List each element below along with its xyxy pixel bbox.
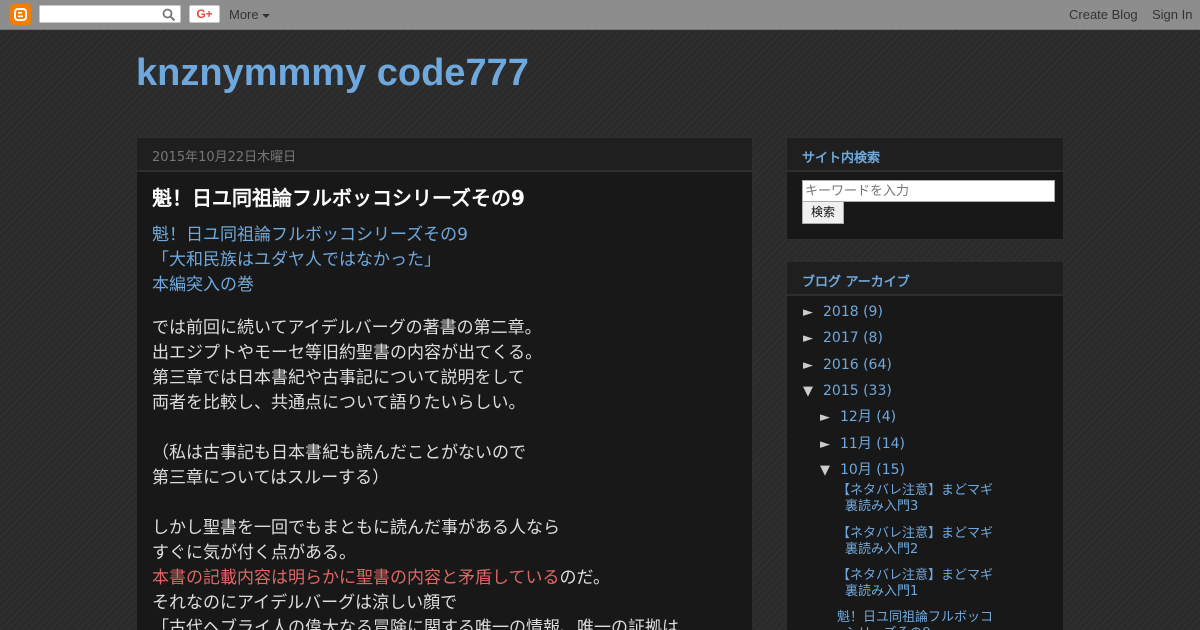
blog-archive-widget: ブログ アーカイブ ► 2018 (9) ► 2017 (8) ► 2016 (64)… <box>786 261 1064 630</box>
archive-year-label[interactable]: 2016 <box>823 357 859 373</box>
archive-post-link[interactable]: 【ネタバレ注意】まどマギ裏読み入門2 <box>837 526 1005 558</box>
navbar-search-input[interactable] <box>39 5 181 23</box>
archive-month-11[interactable]: ► 11月 (14) <box>820 433 905 453</box>
archive-post-link[interactable]: 【ネタバレ注意】まどマギ裏読み入門1 <box>837 568 1005 600</box>
archive-year-2018[interactable]: ► 2018 (9) <box>803 304 883 320</box>
body-text-line: 第三章についてはスルーする） <box>152 468 390 488</box>
highlighted-text: 本書の記載内容は明らかに聖書の内容と矛盾している <box>152 568 560 588</box>
post-date: 2015年10月22日木曜日 <box>152 150 297 165</box>
date-header: 2015年10月22日木曜日 <box>137 138 752 172</box>
archive-count: (8) <box>863 330 883 346</box>
archive-year-label[interactable]: 2017 <box>823 330 859 346</box>
body-text-line: それなのにアイデルバーグは涼しい顔で <box>152 593 458 613</box>
body-text-line: 第三章では日本書紀や古事記について説明をして <box>152 368 525 388</box>
archive-count: (64) <box>863 357 892 373</box>
more-menu[interactable]: More <box>229 7 270 22</box>
body-text-line: 「古代ヘブライ人の偉大なる冒険に関する唯一の情報、唯一の証拠は <box>152 618 679 630</box>
sign-in-link[interactable]: Sign In <box>1152 7 1192 22</box>
widget-header: サイト内検索 <box>787 138 1063 172</box>
archive-count: (15) <box>876 462 906 478</box>
archive-year-label[interactable]: 2018 <box>823 304 859 320</box>
more-label: More <box>229 7 259 22</box>
search-icon[interactable] <box>162 8 176 22</box>
blogger-logo-icon[interactable] <box>10 4 31 25</box>
expand-arrow-icon[interactable]: ► <box>803 305 823 320</box>
expand-arrow-icon[interactable]: ► <box>820 410 840 425</box>
expand-arrow-icon[interactable]: ► <box>803 331 823 346</box>
body-text-line: 本書の記載内容は明らかに聖書の内容と矛盾しているのだ。 <box>152 566 737 591</box>
google-plus-button[interactable]: G+ <box>189 5 220 23</box>
post-title[interactable]: 魁！日ユ同祖論フルボッコシリーズその9 <box>152 182 525 211</box>
archive-post-link[interactable]: 【ネタバレ注意】まどマギ裏読み入門3 <box>837 483 1005 515</box>
archive-month-12[interactable]: ► 12月 (4) <box>820 406 896 426</box>
post-link[interactable]: 本編突入の巻 <box>152 273 737 298</box>
post-link[interactable]: 「大和民族はユダヤ人ではなかった」 <box>152 248 737 273</box>
body-text-line: 出エジプトやモーセ等旧約聖書の内容が出てくる。 <box>152 343 543 363</box>
body-text-line: しかし聖書を一回でもまともに読んだ事がある人なら <box>152 518 560 538</box>
archive-year-label[interactable]: 2015 <box>823 383 859 399</box>
archive-post-link[interactable]: 魁！日ユ同祖論フルボッコシリーズその9 <box>837 610 1005 630</box>
archive-count: (4) <box>876 409 897 425</box>
archive-count: (9) <box>863 304 883 320</box>
search-widget: サイト内検索 検索 <box>786 137 1064 240</box>
archive-count: (33) <box>863 383 892 399</box>
create-blog-link[interactable]: Create Blog <box>1069 7 1138 22</box>
highlight-suffix: のだ。 <box>559 568 611 588</box>
collapse-arrow-icon[interactable]: ▼ <box>820 463 840 478</box>
post-container: 2015年10月22日木曜日 魁！日ユ同祖論フルボッコシリーズその9 魁！日ユ同… <box>136 137 753 630</box>
body-text-line: すぐに気が付く点がある。 <box>152 543 356 563</box>
archive-year-2015[interactable]: ▼ 2015 (33) <box>803 383 892 399</box>
archive-month-label[interactable]: 11月 <box>840 436 872 452</box>
archive-year-2017[interactable]: ► 2017 (8) <box>803 330 883 346</box>
archive-year-2016[interactable]: ► 2016 (64) <box>803 357 892 373</box>
body-text-line: では前回に続いてアイデルバーグの著書の第二章。 <box>152 318 542 338</box>
collapse-arrow-icon[interactable]: ▼ <box>803 384 823 399</box>
archive-month-10[interactable]: ▼ 10月 (15) <box>820 459 905 479</box>
expand-arrow-icon[interactable]: ► <box>803 358 823 373</box>
post-link[interactable]: 魁！日ユ同祖論フルボッコシリーズその9 <box>152 223 737 248</box>
archive-month-label[interactable]: 12月 <box>840 409 872 425</box>
widget-header: ブログ アーカイブ <box>787 262 1063 296</box>
archive-widget-title: ブログ アーカイブ <box>802 275 910 290</box>
post-body: 魁！日ユ同祖論フルボッコシリーズその9 「大和民族はユダヤ人ではなかった」 本編… <box>152 223 737 630</box>
archive-count: (14) <box>876 436 906 452</box>
expand-arrow-icon[interactable]: ► <box>820 437 840 452</box>
blog-title[interactable]: knznymmmy code777 <box>136 52 529 95</box>
archive-month-label[interactable]: 10月 <box>840 462 872 478</box>
site-search-input[interactable] <box>802 180 1055 202</box>
search-button[interactable]: 検索 <box>802 201 844 224</box>
blogger-navbar: G+ More Create Blog Sign In <box>0 0 1200 30</box>
body-text-line: 両者を比較し、共通点について語りたいらしい。 <box>152 393 526 413</box>
search-widget-title: サイト内検索 <box>802 151 881 166</box>
body-text-line: （私は古事記も日本書紀も読んだことがないので <box>152 443 526 463</box>
chevron-down-icon <box>261 13 270 18</box>
